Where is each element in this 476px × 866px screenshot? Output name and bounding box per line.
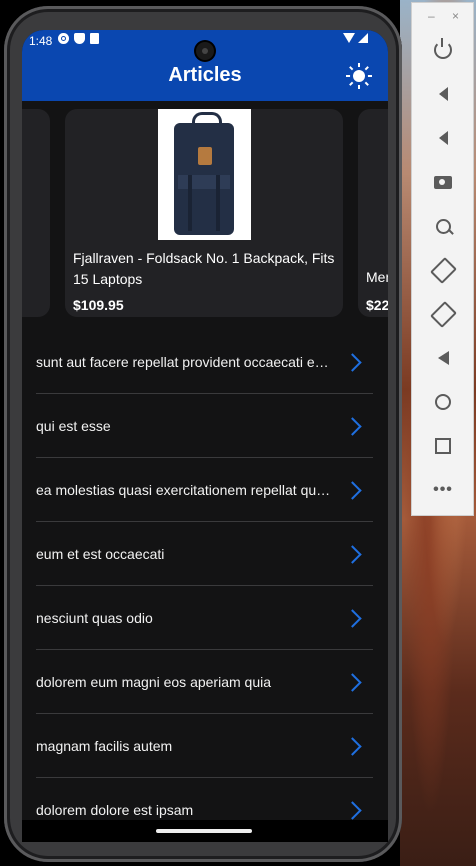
chevron-right-icon (343, 609, 362, 628)
home-icon (435, 394, 451, 410)
shield-icon (74, 33, 85, 44)
back-button[interactable] (430, 345, 456, 371)
minimize-button[interactable]: – (428, 9, 435, 23)
status-icons-left (58, 33, 99, 44)
more-icon: ••• (433, 481, 453, 498)
zoom-icon (435, 218, 451, 234)
volume-up-button[interactable] (430, 81, 456, 107)
article-list-item[interactable]: sunt aut facere repellat provident occae… (36, 330, 373, 394)
status-time: 1:48 (29, 34, 53, 48)
overview-button[interactable] (430, 433, 456, 459)
app-bar: 1:48 Articles (22, 30, 388, 101)
volume-down-button[interactable] (430, 125, 456, 151)
phone-screen: 1:48 Articles Fjallraven - Foldsack No. … (22, 30, 388, 842)
rotate-right-button[interactable] (429, 300, 457, 328)
home-button[interactable] (430, 389, 456, 415)
camera-icon (434, 175, 452, 189)
emulator-window-controls: – × (412, 9, 475, 25)
product-price: $109.95 (73, 297, 124, 313)
article-list: sunt aut facere repellat provident occae… (36, 330, 373, 842)
emulator-toolbar: – × ••• (411, 2, 474, 516)
theme-toggle-button[interactable] (346, 63, 372, 89)
article-list-item[interactable]: qui est esse (36, 394, 373, 458)
close-button[interactable]: × (452, 9, 459, 23)
volume-down-icon (438, 131, 448, 145)
article-list-item[interactable]: ea molestias quasi exercitationem repell… (36, 458, 373, 522)
product-card-previous[interactable] (22, 109, 50, 317)
article-list-item[interactable]: eum et est occaecati (36, 522, 373, 586)
article-title: eum et est occaecati (36, 546, 165, 562)
chevron-right-icon (343, 481, 362, 500)
rotate-right-icon (429, 300, 457, 328)
article-title: magnam facilis autem (36, 738, 173, 754)
status-icons-right (343, 33, 368, 43)
article-title: qui est esse (36, 418, 111, 434)
overview-icon (435, 438, 451, 454)
article-list-item[interactable]: nesciunt quas odio (36, 586, 373, 650)
chevron-right-icon (343, 417, 362, 436)
page-title: Articles (168, 64, 242, 86)
sim-card-icon (90, 33, 99, 44)
chevron-right-icon (343, 737, 362, 756)
chevron-right-icon (343, 673, 362, 692)
article-title: dolorem eum magni eos aperiam quia (36, 674, 272, 690)
product-title: Fjallraven - Foldsack No. 1 Backpack, Fi… (73, 250, 335, 287)
back-icon (437, 351, 449, 365)
phone-frame: 1:48 Articles Fjallraven - Foldsack No. … (4, 6, 402, 862)
article-title: dolorem dolore est ipsam (36, 802, 194, 818)
cellular-signal-icon (358, 33, 368, 43)
chevron-right-icon (343, 353, 362, 372)
product-title: Men (366, 269, 388, 285)
home-indicator[interactable] (156, 829, 252, 833)
product-carousel[interactable]: Fjallraven - Foldsack No. 1 Backpack, Fi… (22, 101, 388, 321)
volume-up-icon (438, 87, 448, 101)
product-card-next[interactable]: Men $22 (358, 109, 388, 317)
screenshot-button[interactable] (430, 169, 456, 195)
article-title: nesciunt quas odio (36, 610, 153, 626)
gesture-nav-bar (22, 820, 388, 842)
rotate-left-icon (429, 256, 457, 284)
product-price: $22 (366, 297, 388, 313)
article-title: sunt aut facere repellat provident occae… (36, 354, 332, 370)
zoom-button[interactable] (430, 213, 456, 239)
article-title: ea molestias quasi exercitationem repell… (36, 482, 332, 498)
chevron-right-icon (343, 545, 362, 564)
article-list-item[interactable]: dolorem eum magni eos aperiam quia (36, 650, 373, 714)
product-card[interactable]: Fjallraven - Foldsack No. 1 Backpack, Fi… (65, 109, 343, 317)
power-icon (434, 38, 452, 59)
settings-gear-icon (58, 33, 69, 44)
article-list-item[interactable]: magnam facilis autem (36, 714, 373, 778)
chevron-right-icon (343, 801, 362, 820)
more-button[interactable]: ••• (430, 477, 456, 503)
front-camera (196, 42, 214, 60)
power-button[interactable] (430, 37, 456, 63)
rotate-left-button[interactable] (429, 256, 457, 284)
product-image (158, 109, 251, 240)
wifi-icon (343, 33, 355, 43)
